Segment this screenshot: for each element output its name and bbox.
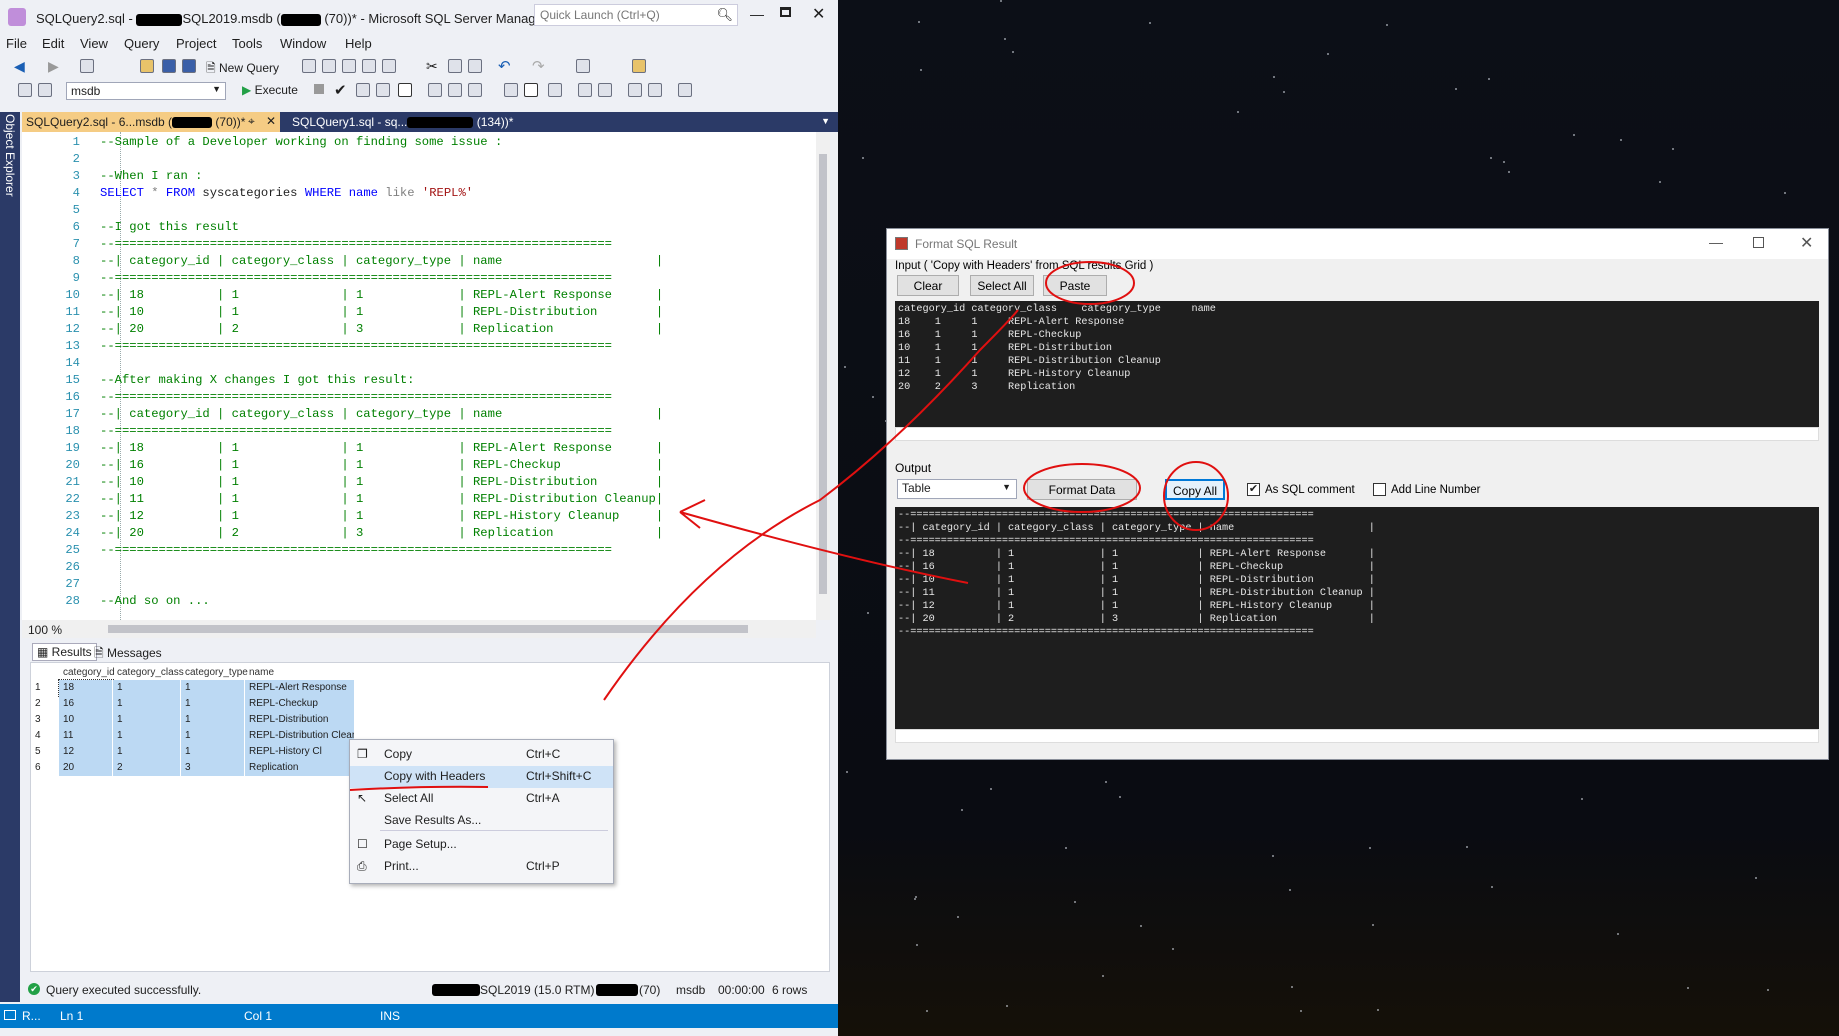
annotation-circle-format [1023, 463, 1141, 513]
annotation-underline [349, 785, 489, 791]
annotation-arrow-to-editor [679, 499, 969, 584]
annotation-circle-paste [1045, 261, 1135, 305]
annotation-overlay [349, 261, 1229, 791]
annotation-arrow-to-paste [603, 309, 1019, 701]
annotation-circle-copy-all [1163, 461, 1229, 531]
